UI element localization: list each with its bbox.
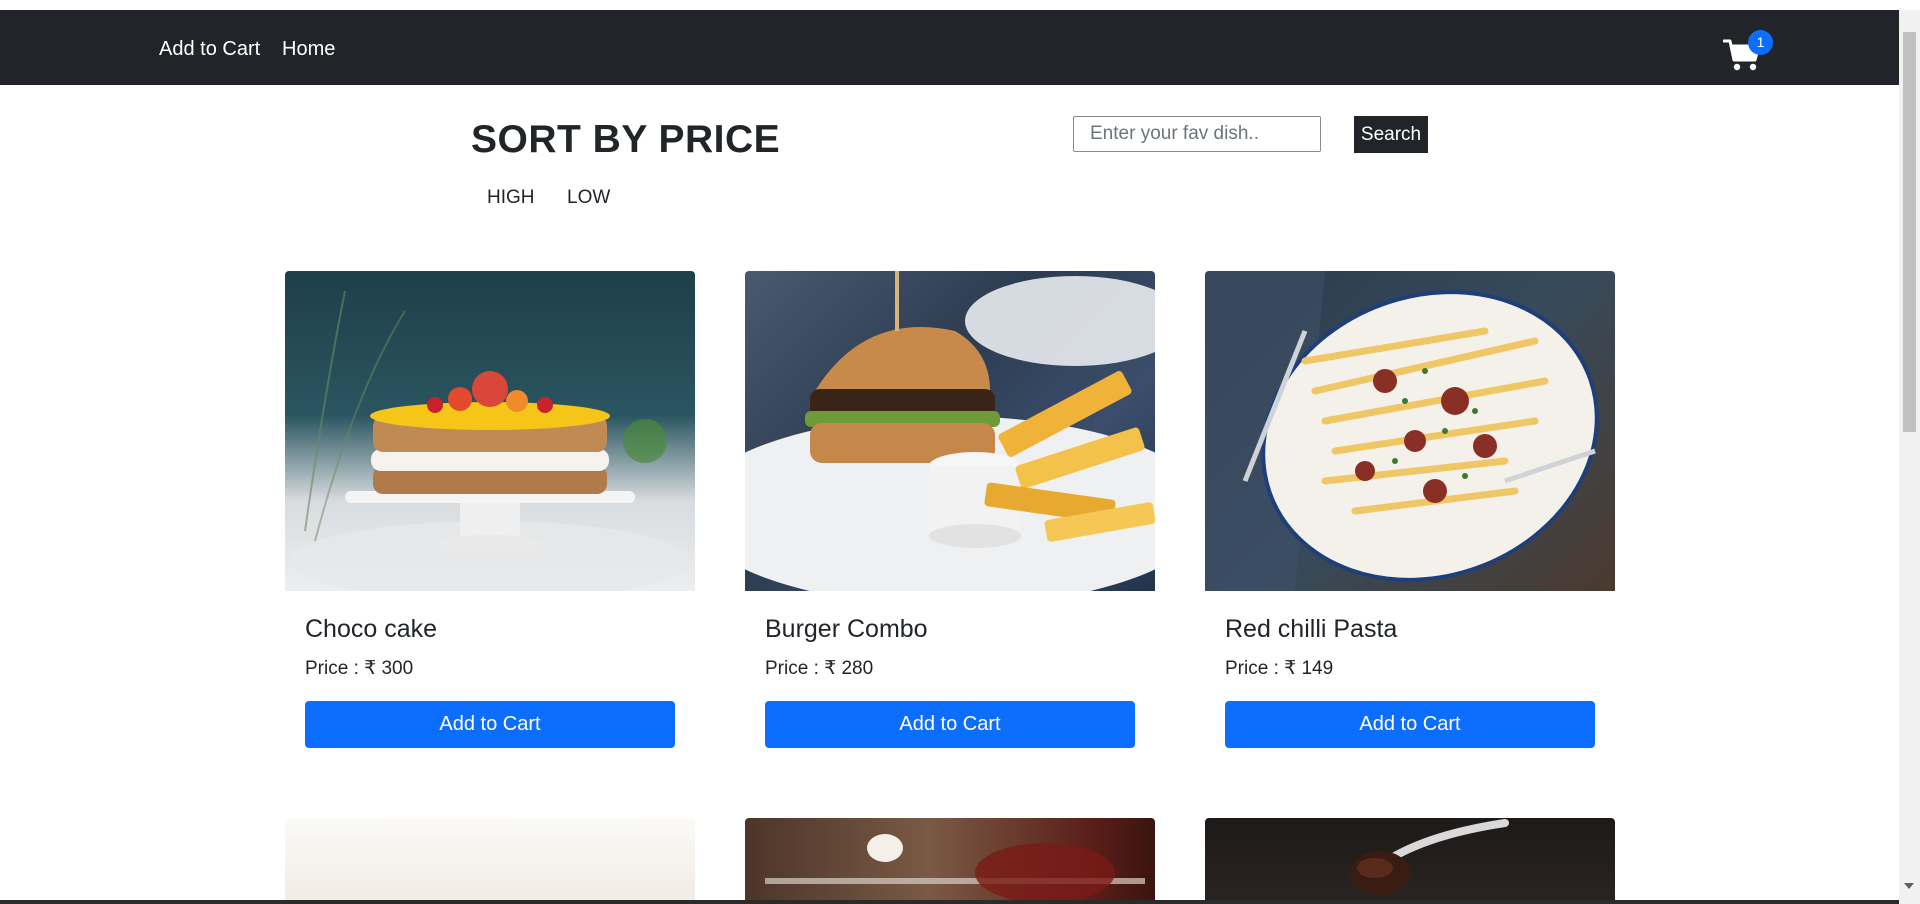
scroll-down-arrow-icon[interactable]: [1904, 883, 1914, 889]
cart-count-badge: 1: [1748, 30, 1773, 55]
add-to-cart-button[interactable]: Add to Cart: [305, 701, 675, 748]
sort-title: SORT BY PRICE: [471, 118, 781, 161]
product-name: Burger Combo: [765, 615, 928, 643]
product-price: Price : ₹ 300: [305, 658, 414, 679]
navbar: Add to Cart Home 1: [0, 10, 1899, 85]
product-image[interactable]: [1205, 271, 1615, 591]
bottom-divider: [0, 900, 1899, 904]
product-price: Price : ₹ 149: [1225, 658, 1334, 679]
product-price: Price : ₹ 280: [765, 658, 874, 679]
search-button[interactable]: Search: [1354, 116, 1428, 153]
scrollbar-thumb[interactable]: [1903, 32, 1916, 432]
product-name: Red chilli Pasta: [1225, 615, 1398, 643]
sort-high-option[interactable]: HIGH: [487, 187, 535, 209]
product-image[interactable]: [285, 271, 695, 591]
search-input[interactable]: [1073, 116, 1321, 152]
nav-home-link[interactable]: Home: [282, 38, 335, 61]
page-scrollbar[interactable]: [1899, 10, 1920, 904]
add-to-cart-button[interactable]: Add to Cart: [765, 701, 1135, 748]
product-name: Choco cake: [305, 615, 438, 643]
sort-low-option[interactable]: LOW: [567, 187, 610, 209]
add-to-cart-button[interactable]: Add to Cart: [1225, 701, 1595, 748]
product-image[interactable]: [1205, 818, 1615, 904]
product-image[interactable]: [285, 818, 695, 904]
browser-top-strip: [0, 0, 1920, 10]
product-image[interactable]: [745, 271, 1155, 591]
product-image[interactable]: [745, 818, 1155, 904]
nav-add-to-cart-link[interactable]: Add to Cart: [159, 38, 260, 61]
